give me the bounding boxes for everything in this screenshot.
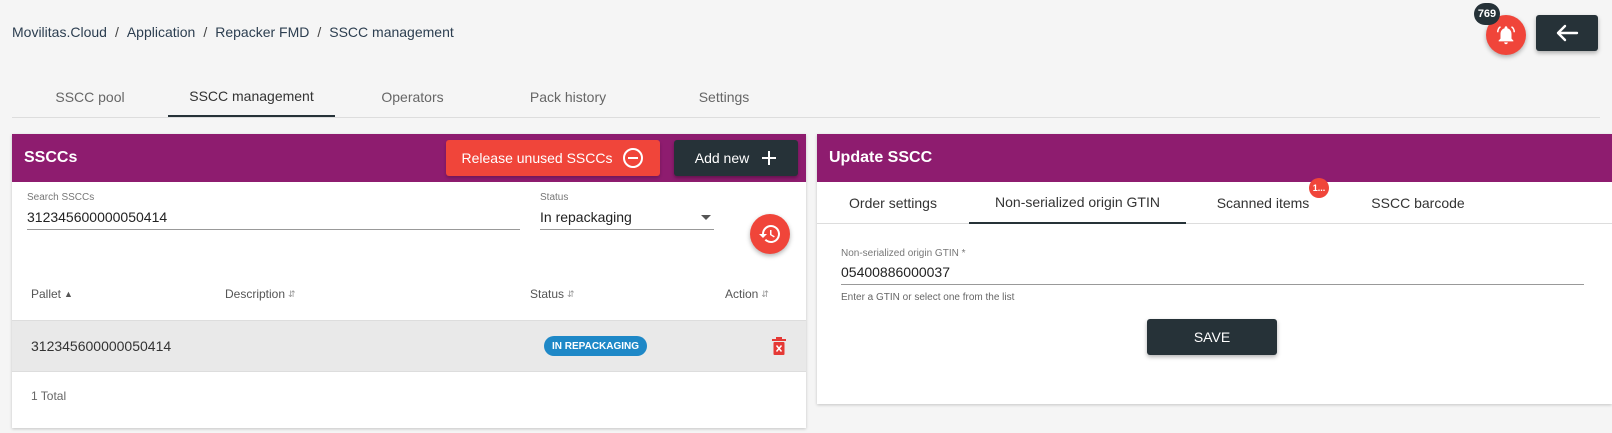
- add-new-button[interactable]: Add new: [674, 140, 798, 176]
- column-pallet[interactable]: Pallet ▲: [31, 287, 73, 301]
- history-icon: [759, 225, 780, 243]
- breadcrumb-item-cloud[interactable]: Movilitas.Cloud: [12, 24, 107, 40]
- ssccs-panel: SSCCs Release unused SSCCs Add new Searc…: [12, 134, 806, 428]
- breadcrumb-separator: /: [114, 24, 119, 40]
- column-action[interactable]: Action ⇵: [725, 287, 769, 301]
- status-badge: IN REPACKAGING: [544, 336, 648, 356]
- update-sscc-panel: Update SSCC Order settings Non-serialize…: [817, 134, 1612, 404]
- breadcrumb: Movilitas.Cloud / Application / Repacker…: [12, 24, 454, 40]
- total-count: 1 Total: [31, 389, 67, 403]
- column-pallet-label: Pallet: [31, 287, 62, 301]
- delete-icon[interactable]: [772, 337, 786, 355]
- column-description[interactable]: Description ⇵: [225, 287, 296, 301]
- tab-pack-history[interactable]: Pack history: [490, 76, 646, 117]
- sort-asc-icon: ▲: [64, 289, 73, 299]
- plus-icon: [762, 151, 777, 165]
- ssccs-panel-header: SSCCs Release unused SSCCs Add new: [12, 134, 806, 182]
- gtin-input[interactable]: 05400886000037: [841, 264, 1584, 285]
- release-unused-ssccs-button[interactable]: Release unused SSCCs: [446, 140, 660, 176]
- search-label: Search SSCCs: [27, 192, 95, 203]
- breadcrumb-item-current: SSCC management: [329, 24, 454, 40]
- sort-icon: ⇵: [567, 288, 575, 299]
- breadcrumb-separator: /: [203, 24, 208, 40]
- panel-title: Update SSCC: [829, 149, 933, 166]
- minus-circle-icon: [623, 148, 644, 168]
- main-tabs: SSCC pool SSCC management Operators Pack…: [12, 76, 1600, 118]
- notifications: 769: [1474, 3, 1526, 55]
- row-pallet: 312345600000050414: [31, 338, 172, 354]
- scanned-items-badge: 1...: [1309, 178, 1329, 198]
- column-status[interactable]: Status ⇵: [530, 287, 575, 301]
- column-status-label: Status: [530, 287, 565, 301]
- dropdown-arrow-icon: [701, 215, 711, 220]
- tab-operators[interactable]: Operators: [335, 76, 490, 117]
- breadcrumb-item-repacker[interactable]: Repacker FMD: [215, 24, 309, 40]
- tab-settings[interactable]: Settings: [646, 76, 802, 117]
- tab-sscc-barcode[interactable]: SSCC barcode: [1340, 182, 1496, 224]
- save-button[interactable]: SAVE: [1147, 319, 1277, 355]
- sort-icon: ⇵: [761, 288, 769, 299]
- update-sscc-panel-header: Update SSCC: [817, 134, 1612, 182]
- update-sscc-tabs: Order settings Non-serialized origin GTI…: [817, 182, 1612, 224]
- panel-title: SSCCs: [24, 149, 78, 166]
- status-select-value: In repackaging: [540, 209, 632, 225]
- column-description-label: Description: [225, 287, 286, 301]
- status-select[interactable]: In repackaging: [540, 209, 714, 230]
- tab-non-serialized-gtin[interactable]: Non-serialized origin GTIN: [969, 182, 1186, 224]
- tab-order-settings[interactable]: Order settings: [817, 182, 969, 224]
- tab-sscc-management[interactable]: SSCC management: [168, 76, 335, 117]
- back-button[interactable]: [1536, 15, 1598, 51]
- gtin-label: Non-serialized origin GTIN *: [841, 248, 966, 259]
- history-button[interactable]: [750, 214, 790, 254]
- tab-sscc-pool[interactable]: SSCC pool: [12, 76, 168, 117]
- arrow-left-icon: [1556, 24, 1579, 42]
- notification-count-badge: 769: [1474, 3, 1500, 25]
- search-input[interactable]: 312345600000050414: [27, 209, 520, 230]
- breadcrumb-item-application[interactable]: Application: [127, 24, 196, 40]
- gtin-hint: Enter a GTIN or select one from the list: [841, 292, 1015, 303]
- column-action-label: Action: [725, 287, 759, 301]
- bell-icon: [1497, 26, 1515, 45]
- sort-icon: ⇵: [288, 288, 296, 299]
- breadcrumb-separator: /: [317, 24, 322, 40]
- add-button-label: Add new: [694, 150, 750, 166]
- table-row[interactable]: 312345600000050414 IN REPACKAGING: [12, 320, 806, 372]
- release-button-label: Release unused SSCCs: [461, 150, 613, 166]
- status-label: Status: [540, 192, 569, 203]
